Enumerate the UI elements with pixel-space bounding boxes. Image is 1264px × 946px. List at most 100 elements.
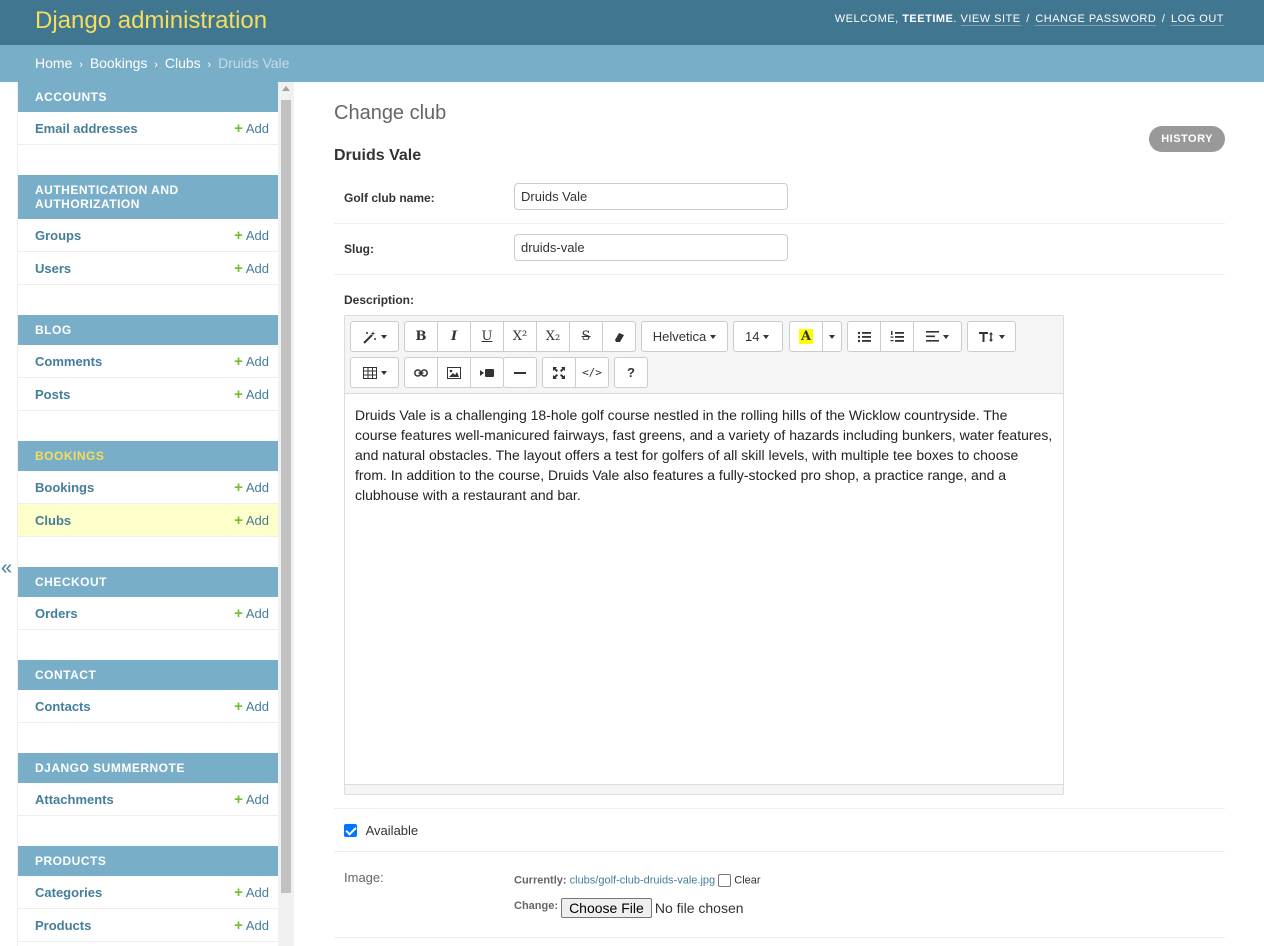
add-link[interactable]: + Add (234, 884, 269, 901)
breadcrumb-app[interactable]: Bookings (90, 55, 148, 71)
add-link[interactable]: + Add (234, 260, 269, 277)
add-link[interactable]: + Add (234, 227, 269, 244)
history-button[interactable]: HISTORY (1149, 126, 1225, 152)
golf-club-name-input[interactable] (514, 183, 788, 210)
clear-label[interactable]: Clear (734, 874, 760, 886)
code-view-button[interactable]: </> (575, 357, 609, 388)
model-link[interactable]: Email addresses (35, 121, 138, 136)
font-size-dropdown[interactable]: 14 (733, 321, 783, 352)
module-caption[interactable]: ACCOUNTS (18, 82, 278, 112)
bold-button[interactable]: B (404, 321, 438, 352)
ordered-list-button[interactable] (880, 321, 914, 352)
subscript-button[interactable]: X₂ (536, 321, 570, 352)
unordered-list-button[interactable] (847, 321, 881, 352)
sidebar-item-posts[interactable]: Posts + Add (18, 378, 278, 411)
change-label: Change: (514, 900, 558, 912)
module-caption[interactable]: CHECKOUT (18, 567, 278, 597)
help-button[interactable]: ? (614, 357, 648, 388)
site-branding[interactable]: Django administration (35, 7, 267, 35)
sidebar-item-clubs[interactable]: Clubs + Add (18, 504, 278, 537)
module-caption[interactable]: BOOKINGS (18, 441, 278, 471)
sidebar-item-comments[interactable]: Comments + Add (18, 345, 278, 378)
module-caption[interactable]: AUTHENTICATION AND AUTHORIZATION (18, 175, 278, 219)
strikethrough-button[interactable]: S (569, 321, 603, 352)
editor-content[interactable]: Druids Vale is a challenging 18-hole gol… (345, 394, 1063, 784)
clear-checkbox[interactable] (718, 874, 732, 887)
scrollbar-thumb[interactable] (281, 100, 291, 893)
link-button[interactable] (404, 357, 438, 388)
color-dropdown[interactable] (822, 321, 842, 352)
add-link[interactable]: + Add (234, 479, 269, 496)
breadcrumb-model[interactable]: Clubs (165, 55, 201, 71)
module-blog: BLOG Comments + Add Posts + Add (18, 315, 278, 411)
currently-label: Currently: (514, 874, 567, 887)
view-site-link[interactable]: VIEW SITE (960, 13, 1021, 26)
underline-button[interactable]: U (470, 321, 504, 352)
sidebar-item-users[interactable]: Users + Add (18, 252, 278, 285)
sidebar-scrollbar[interactable] (278, 82, 294, 946)
change-password-link[interactable]: CHANGE PASSWORD (1035, 13, 1157, 26)
eraser-icon (615, 332, 624, 342)
add-link[interactable]: + Add (234, 512, 269, 529)
breadcrumb-home[interactable]: Home (35, 55, 72, 71)
sidebar-item-email-addresses[interactable]: Email addresses + Add (18, 112, 278, 145)
toggle-sidebar[interactable]: « (0, 82, 18, 946)
picture-button[interactable] (437, 357, 471, 388)
sidebar-item-groups[interactable]: Groups + Add (18, 219, 278, 252)
module-caption[interactable]: DJANGO SUMMERNOTE (18, 753, 278, 783)
video-button[interactable] (470, 357, 504, 388)
current-image-link[interactable]: clubs/golf-club-druids-vale.jpg (570, 874, 716, 886)
video-icon (480, 368, 494, 377)
eraser-button[interactable] (602, 321, 636, 352)
sidebar-item-bookings[interactable]: Bookings + Add (18, 471, 278, 504)
sidebar-item-categories[interactable]: Categories + Add (18, 876, 278, 909)
italic-button[interactable]: I (437, 321, 471, 352)
paragraph-align-dropdown[interactable] (913, 321, 962, 352)
model-link[interactable]: Attachments (35, 792, 114, 807)
add-link[interactable]: + Add (234, 120, 269, 137)
add-link[interactable]: + Add (234, 353, 269, 370)
available-checkbox[interactable] (344, 824, 357, 838)
model-link[interactable]: Bookings (35, 480, 94, 495)
add-link[interactable]: + Add (234, 386, 269, 403)
module-gap (18, 630, 278, 660)
add-label: Add (245, 260, 269, 276)
editor-resize-bar[interactable] (345, 784, 1063, 794)
style-dropdown[interactable] (350, 321, 399, 352)
fullscreen-button[interactable] (542, 357, 576, 388)
choose-file-button[interactable]: Choose File (561, 898, 652, 918)
sidebar-item-contacts[interactable]: Contacts + Add (18, 690, 278, 723)
table-dropdown[interactable] (350, 357, 399, 388)
font-name-dropdown[interactable]: Helvetica (641, 321, 728, 352)
model-link[interactable]: Contacts (35, 699, 91, 714)
module-bookings: BOOKINGS Bookings + Add Clubs + Add (18, 441, 278, 537)
sidebar-item-attachments[interactable]: Attachments + Add (18, 783, 278, 816)
add-link[interactable]: + Add (234, 698, 269, 715)
collapse-sidebar-icon[interactable]: « (1, 557, 12, 580)
add-link[interactable]: + Add (234, 917, 269, 934)
sidebar-item-orders[interactable]: Orders + Add (18, 597, 278, 630)
log-out-link[interactable]: LOG OUT (1170, 13, 1224, 26)
text-color-button[interactable]: A (789, 321, 823, 352)
model-link[interactable]: Categories (35, 885, 102, 900)
model-link[interactable]: Comments (35, 354, 102, 369)
scroll-up-arrow-icon[interactable] (282, 86, 290, 91)
model-link[interactable]: Products (35, 918, 91, 933)
line-height-dropdown[interactable] (967, 321, 1016, 352)
model-link[interactable]: Posts (35, 387, 70, 402)
module-caption[interactable]: BLOG (18, 315, 278, 345)
superscript-button[interactable]: X² (503, 321, 537, 352)
add-link[interactable]: + Add (234, 791, 269, 808)
add-link[interactable]: + Add (234, 605, 269, 622)
module-caption[interactable]: PRODUCTS (18, 846, 278, 876)
horizontal-rule-button[interactable] (503, 357, 537, 388)
module-caption[interactable]: CONTACT (18, 660, 278, 690)
available-label[interactable]: Available (366, 823, 419, 838)
model-link[interactable]: Groups (35, 228, 81, 243)
model-link[interactable]: Users (35, 261, 71, 276)
model-link[interactable]: Orders (35, 606, 78, 621)
slug-input[interactable] (514, 234, 788, 261)
model-link[interactable]: Clubs (35, 513, 71, 528)
available-field: Available (344, 822, 418, 838)
sidebar-item-products[interactable]: Products + Add (18, 909, 278, 942)
